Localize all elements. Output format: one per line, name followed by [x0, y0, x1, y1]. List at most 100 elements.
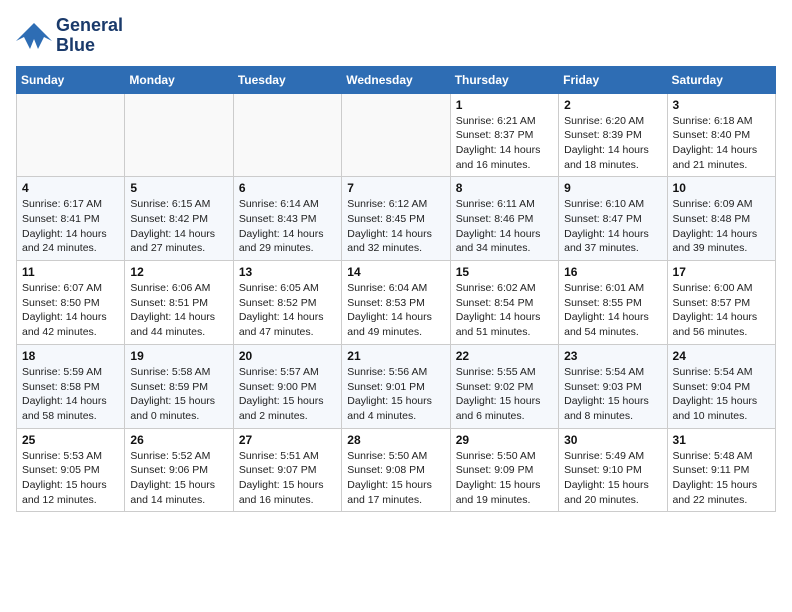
column-header-thursday: Thursday [450, 66, 558, 93]
calendar-cell: 20 Sunrise: 5:57 AM Sunset: 9:00 PM Dayli… [233, 344, 341, 428]
day-number: 14 [347, 265, 444, 279]
calendar-cell: 3 Sunrise: 6:18 AM Sunset: 8:40 PM Daylig… [667, 93, 775, 177]
day-info: Sunrise: 5:58 AM Sunset: 8:59 PM Dayligh… [130, 365, 227, 424]
calendar-week-row: 1 Sunrise: 6:21 AM Sunset: 8:37 PM Daylig… [17, 93, 776, 177]
column-header-sunday: Sunday [17, 66, 125, 93]
day-info: Sunrise: 5:56 AM Sunset: 9:01 PM Dayligh… [347, 365, 444, 424]
day-info: Sunrise: 6:11 AM Sunset: 8:46 PM Dayligh… [456, 197, 553, 256]
day-number: 13 [239, 265, 336, 279]
day-info: Sunrise: 6:02 AM Sunset: 8:54 PM Dayligh… [456, 281, 553, 340]
day-number: 6 [239, 181, 336, 195]
day-info: Sunrise: 5:50 AM Sunset: 9:09 PM Dayligh… [456, 449, 553, 508]
day-number: 12 [130, 265, 227, 279]
calendar-cell: 15 Sunrise: 6:02 AM Sunset: 8:54 PM Dayli… [450, 261, 558, 345]
day-number: 5 [130, 181, 227, 195]
calendar-cell: 2Sunrise: 6:20 AM Sunset: 8:39 PM Daylig… [559, 93, 667, 177]
calendar-cell: 25Sunrise: 5:53 AM Sunset: 9:05 PM Dayli… [17, 428, 125, 512]
calendar-cell: 9 Sunrise: 6:10 AM Sunset: 8:47 PM Daylig… [559, 177, 667, 261]
calendar-cell: 18 Sunrise: 5:59 AM Sunset: 8:58 PM Dayli… [17, 344, 125, 428]
calendar-week-row: 4 Sunrise: 6:17 AM Sunset: 8:41 PM Daylig… [17, 177, 776, 261]
day-info: Sunrise: 5:57 AM Sunset: 9:00 PM Dayligh… [239, 365, 336, 424]
calendar-cell: 28 Sunrise: 5:50 AM Sunset: 9:08 PM Dayli… [342, 428, 450, 512]
calendar-cell: 27 Sunrise: 5:51 AM Sunset: 9:07 PM Dayli… [233, 428, 341, 512]
logo-icon [16, 21, 52, 51]
day-number: 2 [564, 98, 661, 112]
day-info: Sunrise: 6:17 AM Sunset: 8:41 PM Dayligh… [22, 197, 119, 256]
calendar-cell: 22Sunrise: 5:55 AM Sunset: 9:02 PM Dayli… [450, 344, 558, 428]
day-number: 7 [347, 181, 444, 195]
day-number: 10 [673, 181, 770, 195]
day-number: 26 [130, 433, 227, 447]
day-number: 16 [564, 265, 661, 279]
calendar-cell: 4 Sunrise: 6:17 AM Sunset: 8:41 PM Daylig… [17, 177, 125, 261]
calendar-cell [125, 93, 233, 177]
day-info: Sunrise: 5:59 AM Sunset: 8:58 PM Dayligh… [22, 365, 119, 424]
calendar-cell: 16 Sunrise: 6:01 AM Sunset: 8:55 PM Dayli… [559, 261, 667, 345]
calendar-table: SundayMondayTuesdayWednesdayThursdayFrid… [16, 66, 776, 513]
page-header: General Blue [16, 16, 776, 56]
calendar-cell: 24 Sunrise: 5:54 AM Sunset: 9:04 PM Dayli… [667, 344, 775, 428]
day-info: Sunrise: 6:10 AM Sunset: 8:47 PM Dayligh… [564, 197, 661, 256]
day-number: 8 [456, 181, 553, 195]
day-info: Sunrise: 5:51 AM Sunset: 9:07 PM Dayligh… [239, 449, 336, 508]
day-number: 18 [22, 349, 119, 363]
column-header-tuesday: Tuesday [233, 66, 341, 93]
calendar-cell [342, 93, 450, 177]
day-info: Sunrise: 5:54 AM Sunset: 9:04 PM Dayligh… [673, 365, 770, 424]
column-header-wednesday: Wednesday [342, 66, 450, 93]
day-number: 1 [456, 98, 553, 112]
calendar-cell [233, 93, 341, 177]
column-header-saturday: Saturday [667, 66, 775, 93]
day-number: 27 [239, 433, 336, 447]
calendar-cell: 11 Sunrise: 6:07 AM Sunset: 8:50 PM Dayli… [17, 261, 125, 345]
day-number: 28 [347, 433, 444, 447]
calendar-cell: 14 Sunrise: 6:04 AM Sunset: 8:53 PM Dayli… [342, 261, 450, 345]
calendar-cell: 23Sunrise: 5:54 AM Sunset: 9:03 PM Dayli… [559, 344, 667, 428]
day-number: 9 [564, 181, 661, 195]
calendar-header-row: SundayMondayTuesdayWednesdayThursdayFrid… [17, 66, 776, 93]
day-info: Sunrise: 6:07 AM Sunset: 8:50 PM Dayligh… [22, 281, 119, 340]
calendar-cell: 21Sunrise: 5:56 AM Sunset: 9:01 PM Dayli… [342, 344, 450, 428]
calendar-cell: 17 Sunrise: 6:00 AM Sunset: 8:57 PM Dayli… [667, 261, 775, 345]
day-info: Sunrise: 6:14 AM Sunset: 8:43 PM Dayligh… [239, 197, 336, 256]
calendar-cell: 30 Sunrise: 5:49 AM Sunset: 9:10 PM Dayli… [559, 428, 667, 512]
calendar-cell: 12 Sunrise: 6:06 AM Sunset: 8:51 PM Dayli… [125, 261, 233, 345]
day-info: Sunrise: 6:09 AM Sunset: 8:48 PM Dayligh… [673, 197, 770, 256]
day-number: 31 [673, 433, 770, 447]
day-info: Sunrise: 5:55 AM Sunset: 9:02 PM Dayligh… [456, 365, 553, 424]
calendar-cell: 10 Sunrise: 6:09 AM Sunset: 8:48 PM Dayli… [667, 177, 775, 261]
day-info: Sunrise: 6:12 AM Sunset: 8:45 PM Dayligh… [347, 197, 444, 256]
day-info: Sunrise: 6:15 AM Sunset: 8:42 PM Dayligh… [130, 197, 227, 256]
logo: General Blue [16, 16, 123, 56]
day-number: 24 [673, 349, 770, 363]
day-info: Sunrise: 6:21 AM Sunset: 8:37 PM Dayligh… [456, 114, 553, 173]
day-number: 17 [673, 265, 770, 279]
day-info: Sunrise: 5:52 AM Sunset: 9:06 PM Dayligh… [130, 449, 227, 508]
day-info: Sunrise: 6:06 AM Sunset: 8:51 PM Dayligh… [130, 281, 227, 340]
day-info: Sunrise: 6:00 AM Sunset: 8:57 PM Dayligh… [673, 281, 770, 340]
day-number: 4 [22, 181, 119, 195]
day-info: Sunrise: 5:48 AM Sunset: 9:11 PM Dayligh… [673, 449, 770, 508]
calendar-cell: 1 Sunrise: 6:21 AM Sunset: 8:37 PM Daylig… [450, 93, 558, 177]
day-info: Sunrise: 5:50 AM Sunset: 9:08 PM Dayligh… [347, 449, 444, 508]
calendar-cell: 6 Sunrise: 6:14 AM Sunset: 8:43 PM Daylig… [233, 177, 341, 261]
day-number: 20 [239, 349, 336, 363]
day-number: 29 [456, 433, 553, 447]
day-number: 11 [22, 265, 119, 279]
day-number: 3 [673, 98, 770, 112]
column-header-friday: Friday [559, 66, 667, 93]
day-info: Sunrise: 6:01 AM Sunset: 8:55 PM Dayligh… [564, 281, 661, 340]
day-number: 15 [456, 265, 553, 279]
calendar-cell: 8 Sunrise: 6:11 AM Sunset: 8:46 PM Daylig… [450, 177, 558, 261]
day-number: 30 [564, 433, 661, 447]
day-info: Sunrise: 6:18 AM Sunset: 8:40 PM Dayligh… [673, 114, 770, 173]
logo-text: General Blue [56, 16, 123, 56]
day-info: Sunrise: 5:49 AM Sunset: 9:10 PM Dayligh… [564, 449, 661, 508]
calendar-week-row: 25Sunrise: 5:53 AM Sunset: 9:05 PM Dayli… [17, 428, 776, 512]
calendar-cell: 31 Sunrise: 5:48 AM Sunset: 9:11 PM Dayli… [667, 428, 775, 512]
calendar-cell: 26 Sunrise: 5:52 AM Sunset: 9:06 PM Dayli… [125, 428, 233, 512]
calendar-cell: 7 Sunrise: 6:12 AM Sunset: 8:45 PM Daylig… [342, 177, 450, 261]
calendar-week-row: 18 Sunrise: 5:59 AM Sunset: 8:58 PM Dayli… [17, 344, 776, 428]
day-info: Sunrise: 6:04 AM Sunset: 8:53 PM Dayligh… [347, 281, 444, 340]
day-number: 19 [130, 349, 227, 363]
